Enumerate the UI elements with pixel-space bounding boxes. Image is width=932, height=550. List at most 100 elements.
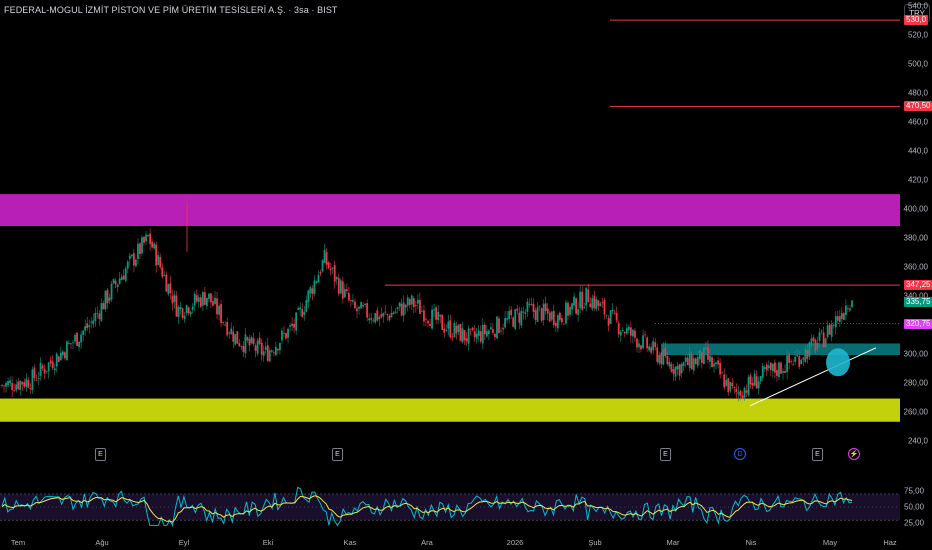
earnings-event-icon[interactable]: E xyxy=(812,448,823,461)
candle-body xyxy=(755,376,758,389)
candle-body xyxy=(554,322,557,327)
candle-body xyxy=(487,330,490,335)
candle-body xyxy=(398,302,401,307)
candle-body xyxy=(88,325,91,327)
candle-body xyxy=(339,280,342,294)
candle-body xyxy=(21,381,24,385)
price-axis-tick: 280,00 xyxy=(903,378,928,388)
candle-body xyxy=(457,324,460,332)
candle-body xyxy=(729,381,732,391)
candle-body xyxy=(291,323,293,327)
candle-body xyxy=(319,272,322,274)
candle-body xyxy=(90,321,93,323)
price-label: 530,0 xyxy=(904,15,929,26)
candle-body xyxy=(595,299,598,310)
time-axis-tick: Kas xyxy=(343,538,357,547)
candle-body xyxy=(41,365,44,369)
price-axis[interactable]: 540,0 520,0 500,0 480,0 460,0 440,0 420,0 400,0… xyxy=(900,0,932,550)
candle-body xyxy=(23,382,26,387)
candle-body xyxy=(532,303,535,312)
earnings-event-icon[interactable]: E xyxy=(95,448,106,461)
candle-body xyxy=(289,325,291,327)
candle-body xyxy=(561,318,563,323)
candle-body xyxy=(636,338,638,348)
highlight-circle xyxy=(826,348,850,377)
candle-body xyxy=(82,330,85,336)
candle-body xyxy=(232,331,235,342)
candle-body xyxy=(648,346,651,351)
candle-body xyxy=(220,304,222,323)
candle-body xyxy=(692,358,695,371)
candle-body xyxy=(632,329,634,337)
candle-body xyxy=(550,311,553,320)
candle-body xyxy=(276,348,279,351)
candle-body xyxy=(112,279,115,284)
split-event-icon[interactable]: ⚡ xyxy=(848,448,860,460)
price-axis-tick: 460,0 xyxy=(907,117,928,127)
price-axis-tick: 380,00 xyxy=(903,233,928,243)
candle-body xyxy=(35,379,38,381)
candle-body xyxy=(769,362,772,370)
candle-body xyxy=(191,306,194,310)
candle-body xyxy=(311,288,314,294)
candle-body xyxy=(299,307,302,310)
candle-body xyxy=(577,309,580,315)
candle-body xyxy=(646,337,649,349)
candle-body xyxy=(396,307,399,310)
candle-body xyxy=(175,295,178,317)
candle-body xyxy=(307,290,310,303)
candle-body xyxy=(394,311,397,313)
candle-body xyxy=(842,313,845,320)
candle-body xyxy=(423,310,425,322)
candle-body xyxy=(721,372,724,374)
candle-body xyxy=(297,308,300,310)
candle-body xyxy=(585,287,588,306)
candle-body xyxy=(479,331,482,342)
candle-body xyxy=(822,332,825,348)
candle-body xyxy=(617,323,620,335)
candle-body xyxy=(441,314,444,331)
candle-body xyxy=(380,314,383,318)
candle-body xyxy=(461,328,464,343)
candle-body xyxy=(402,302,405,316)
candle-body xyxy=(37,377,40,379)
candle-body xyxy=(317,274,320,283)
candle-body xyxy=(216,298,218,315)
candle-body xyxy=(490,327,492,330)
candle-body xyxy=(100,303,103,321)
candle-body xyxy=(477,330,480,336)
chart-area[interactable] xyxy=(0,0,932,550)
candle-body xyxy=(794,356,797,362)
candle-body xyxy=(366,303,369,318)
candle-body xyxy=(382,312,385,317)
candle-body xyxy=(526,301,529,312)
candle-body xyxy=(173,294,176,302)
candle-body xyxy=(15,384,18,391)
candle-body xyxy=(767,365,770,369)
candle-body xyxy=(573,296,575,306)
candle-body xyxy=(66,341,68,361)
candle-body xyxy=(285,333,287,339)
candle-body xyxy=(680,363,683,374)
earnings-event-icon[interactable]: E xyxy=(660,448,671,461)
candle-body xyxy=(556,315,559,329)
candle-body xyxy=(565,302,567,324)
candle-body xyxy=(713,363,715,367)
price-chart[interactable] xyxy=(0,0,932,550)
candle-body xyxy=(210,293,212,303)
candle-body xyxy=(104,290,107,310)
candle-body xyxy=(157,255,160,265)
candle-body xyxy=(851,300,853,308)
candle-body xyxy=(51,361,54,369)
candle-body xyxy=(832,324,835,326)
candle-body xyxy=(733,387,736,389)
candle-body xyxy=(193,293,196,306)
candle-body xyxy=(110,283,113,300)
time-axis-tick: Mar xyxy=(666,538,680,547)
dividend-event-icon[interactable]: D xyxy=(734,448,746,460)
candle-body xyxy=(84,326,87,331)
earnings-event-icon[interactable]: E xyxy=(332,448,343,461)
candle-body xyxy=(662,349,665,365)
candle-body xyxy=(226,321,229,336)
candle-body xyxy=(358,306,360,309)
